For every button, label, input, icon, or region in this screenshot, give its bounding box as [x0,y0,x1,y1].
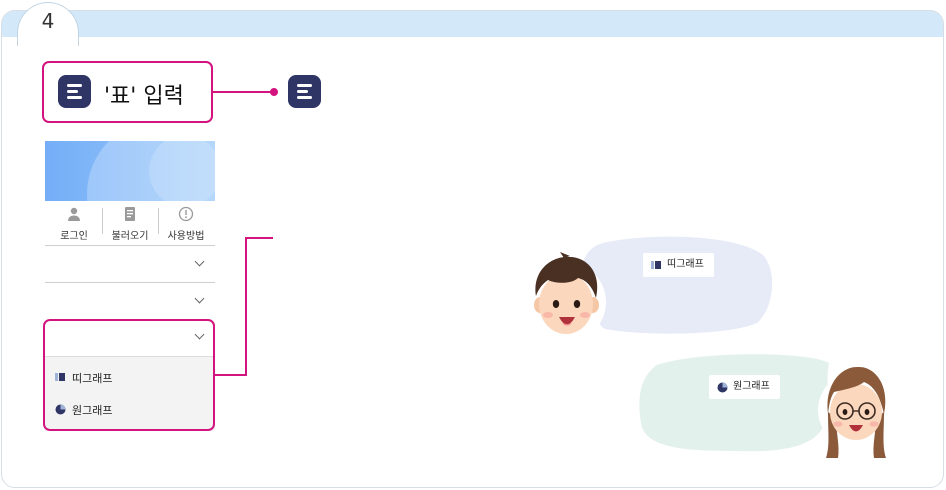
chevron-down-icon [194,256,205,267]
speech-bubble-girl [639,354,829,452]
connector-dot [270,88,278,96]
panel-banner [45,141,215,201]
connector-line [213,91,275,93]
bubble-label: 띠그래프 [667,259,704,270]
pie-graph-icon [717,382,728,393]
girl-avatar [818,366,894,458]
card-header-bar [2,11,943,37]
connector-line [215,374,246,376]
nav-label: 불러오기 [111,231,149,242]
chevron-down-icon [194,293,205,304]
nav-label: 사용방법 [167,231,205,242]
strip-graph-icon [651,261,661,269]
connector-line [245,237,273,239]
bubble-chip-pie: 원그래프 [709,375,780,399]
nav-login[interactable]: 로그인 [46,203,102,243]
nav-load[interactable]: 불러오기 [102,203,158,243]
callout-label: '표' 입력 [104,84,184,109]
menu-lines-icon[interactable] [288,75,321,108]
step-number-badge: 4 [17,2,79,46]
document-icon [125,207,135,221]
nav-label: 로그인 [60,231,88,242]
menu-lines-icon[interactable] [58,75,91,108]
dropdown-highlight-box [43,319,215,431]
connector-line [245,237,247,376]
boy-avatar [526,252,606,342]
bubble-label: 원그래프 [733,381,770,392]
dropdown-row[interactable] [45,282,215,319]
bubble-chip-strip: 띠그래프 [643,253,714,277]
panel-nav: 로그인 불러오기 사용방법 [45,203,215,243]
dropdown-row[interactable] [45,245,215,282]
nav-help[interactable]: 사용방법 [158,203,214,243]
info-icon [178,206,194,222]
user-icon [68,207,80,221]
